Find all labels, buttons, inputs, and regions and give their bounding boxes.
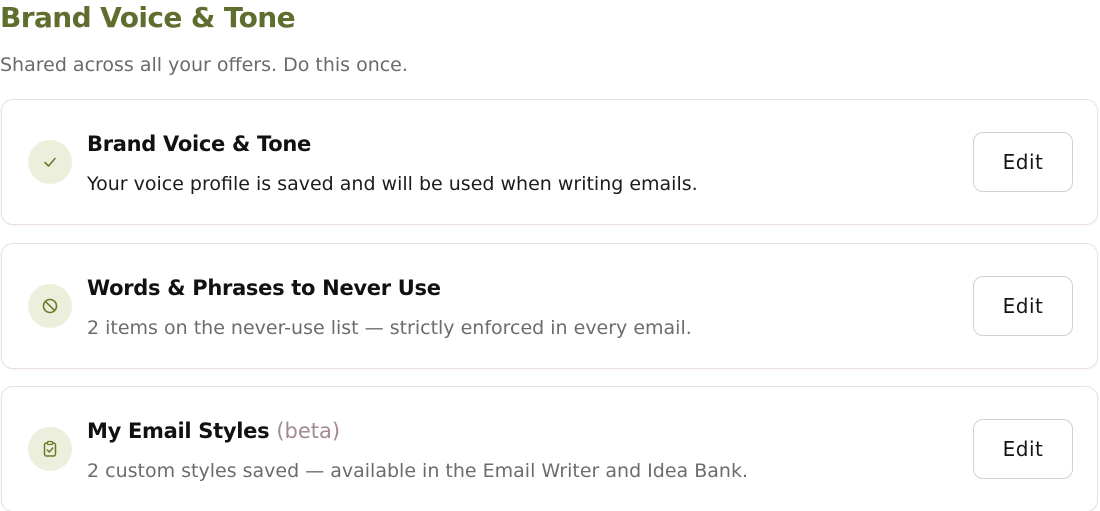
clipboard-check-icon bbox=[28, 427, 72, 471]
email-styles-title-text: My Email Styles bbox=[87, 419, 270, 443]
brand-voice-card: Brand Voice & Tone Your voice profile is… bbox=[1, 99, 1098, 225]
edit-email-styles-button[interactable]: Edit bbox=[973, 419, 1073, 479]
brand-voice-card-title: Brand Voice & Tone bbox=[87, 132, 311, 156]
page-title: Brand Voice & Tone bbox=[0, 1, 296, 34]
beta-badge: (beta) bbox=[276, 419, 341, 443]
never-use-words-card-description: 2 items on the never-use list — strictly… bbox=[87, 317, 692, 339]
email-styles-card: My Email Styles (beta) 2 custom styles s… bbox=[1, 386, 1098, 511]
brand-voice-page: Brand Voice & Tone Shared across all you… bbox=[0, 0, 1100, 511]
brand-voice-card-description: Your voice profile is saved and will be … bbox=[87, 173, 698, 195]
ban-icon bbox=[28, 284, 72, 328]
page-subtitle: Shared across all your offers. Do this o… bbox=[0, 54, 408, 76]
check-icon bbox=[28, 140, 72, 184]
edit-brand-voice-button[interactable]: Edit bbox=[973, 132, 1073, 192]
never-use-words-card-title: Words & Phrases to Never Use bbox=[87, 276, 441, 300]
email-styles-card-title: My Email Styles (beta) bbox=[87, 417, 340, 445]
never-use-words-card: Words & Phrases to Never Use 2 items on … bbox=[1, 243, 1098, 369]
email-styles-card-description: 2 custom styles saved — available in the… bbox=[87, 460, 748, 482]
edit-never-use-words-button[interactable]: Edit bbox=[973, 276, 1073, 336]
